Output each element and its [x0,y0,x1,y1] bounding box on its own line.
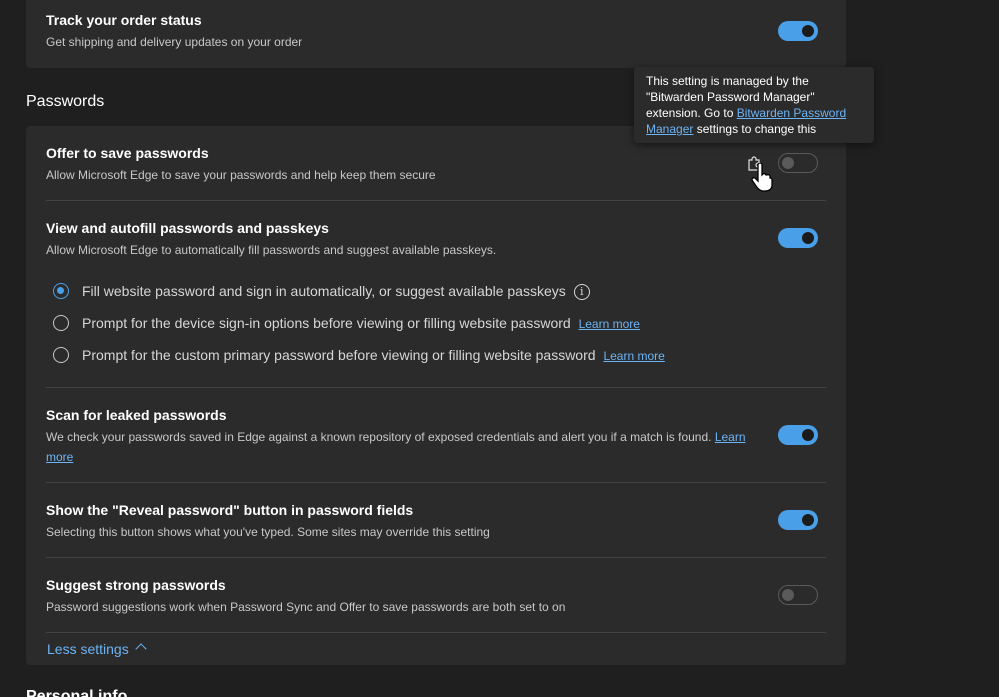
tooltip-line: extension. Go to Bitwarden Password [646,105,862,121]
autofill-desc: Allow Microsoft Edge to automatically fi… [46,243,497,257]
track-order-desc: Get shipping and delivery updates on you… [46,35,303,49]
tooltip-line: This setting is managed by the [646,74,809,88]
leaked-desc-text: We check your passwords saved in Edge ag… [46,430,712,444]
leaked-title: Scan for leaked passwords [46,407,227,423]
reveal-title: Show the "Reveal password" button in pas… [46,502,414,518]
offer-save-toggle[interactable] [778,153,818,173]
learn-more-link[interactable]: Learn more [603,349,664,363]
suggest-title: Suggest strong passwords [46,577,226,593]
autofill-option-primary-radio[interactable] [53,347,69,363]
track-order-card: Track your order status Get shipping and… [26,0,846,68]
info-icon[interactable]: i [573,284,590,301]
divider [46,632,826,633]
autofill-option-fill-label[interactable]: Fill website password and sign in automa… [82,283,590,301]
track-order-title: Track your order status [46,12,202,28]
option-label-text: Prompt for the custom primary password b… [82,347,596,363]
toggle-knob [802,514,814,526]
tooltip-text: settings to change this [696,122,817,136]
autofill-title: View and autofill passwords and passkeys [46,220,329,236]
suggest-toggle[interactable] [778,585,818,605]
toggle-knob [802,232,814,244]
leaked-learn-more-link-cont[interactable]: more [46,450,73,464]
reveal-toggle[interactable] [778,510,818,530]
managed-setting-tooltip: This setting is managed by the "Bitwarde… [634,67,874,143]
track-order-toggle[interactable] [778,21,818,41]
toggle-knob [802,25,814,37]
divider [46,200,826,201]
suggest-desc: Password suggestions work when Password … [46,600,566,614]
autofill-option-primary-label[interactable]: Prompt for the custom primary password b… [82,347,665,363]
bitwarden-link-cont[interactable]: Manager [646,122,693,136]
offer-save-title: Offer to save passwords [46,145,209,161]
hand-cursor-icon [751,163,773,192]
leaked-learn-more-link[interactable]: Learn [715,430,746,444]
offer-save-desc: Allow Microsoft Edge to save your passwo… [46,168,436,182]
bitwarden-link[interactable]: Bitwarden Password [737,106,846,120]
passwords-card: Offer to save passwords Allow Microsoft … [26,126,846,665]
divider [46,482,826,483]
toggle-knob [782,589,794,601]
autofill-option-device-label[interactable]: Prompt for the device sign-in options be… [82,315,640,331]
autofill-option-fill-radio[interactable] [53,283,69,299]
autofill-toggle[interactable] [778,228,818,248]
toggle-knob [782,157,794,169]
reveal-desc: Selecting this button shows what you've … [46,525,490,539]
divider [46,557,826,558]
divider [46,387,826,388]
learn-more-link[interactable]: Learn more [579,317,640,331]
leaked-toggle[interactable] [778,425,818,445]
toggle-knob [802,429,814,441]
option-label-text: Fill website password and sign in automa… [82,283,566,299]
leaked-desc: We check your passwords saved in Edge ag… [46,427,746,467]
tooltip-text: extension. Go to [646,106,734,120]
passwords-heading: Passwords [26,93,105,110]
tooltip-line: Manager settings to change this [646,121,862,137]
autofill-option-device-radio[interactable] [53,315,69,331]
tooltip-line: "Bitwarden Password Manager" [646,90,815,104]
less-settings-button[interactable]: Less settings [47,641,129,657]
personal-info-heading: Personal info [26,688,128,697]
option-label-text: Prompt for the device sign-in options be… [82,315,571,331]
